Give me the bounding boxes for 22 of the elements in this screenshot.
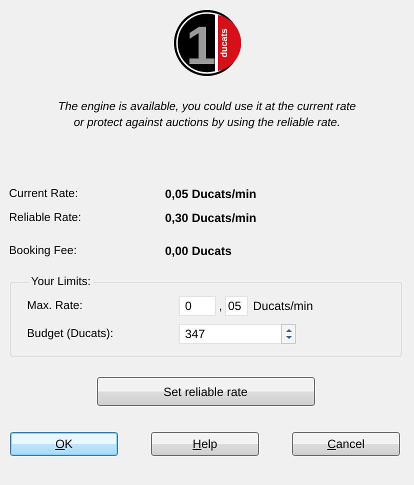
rate-label: Booking Fee: [9, 245, 78, 257]
rate-whole-field[interactable]: 0 [179, 296, 216, 316]
rate-label: Reliable Rate: [9, 212, 82, 224]
ducats-logo: 1 ducats [173, 9, 241, 77]
rate-value: 0,00 Ducats [165, 244, 232, 258]
field-label: Budget (Ducats): [27, 328, 114, 340]
budget-field[interactable]: 347 [179, 324, 281, 344]
unit-label: Ducats/min [253, 299, 314, 313]
dialog-button[interactable]: Help [151, 432, 259, 456]
set-rate-button[interactable]: Set reliable rate [96, 377, 314, 406]
message-text: The engine is available, you could use it at the current rate [57, 100, 357, 115]
rate-value: 0,05 Ducats/min [165, 187, 256, 201]
message-text: or protect against auctions by using the reliable rate. [72, 116, 342, 131]
field-label: Max. Rate: [27, 300, 84, 312]
decimal-separator: , [218, 299, 224, 313]
spin-buttons[interactable] [281, 324, 296, 344]
group-title: Your Limits: [30, 276, 92, 288]
dialog-button[interactable]: OK [10, 432, 118, 456]
rate-label: Current Rate: [9, 188, 80, 200]
rate-value: 0,30 Ducats/min [165, 211, 256, 225]
dialog-button[interactable]: Cancel [292, 432, 400, 456]
rate-fraction-field[interactable]: 05 [225, 296, 248, 316]
